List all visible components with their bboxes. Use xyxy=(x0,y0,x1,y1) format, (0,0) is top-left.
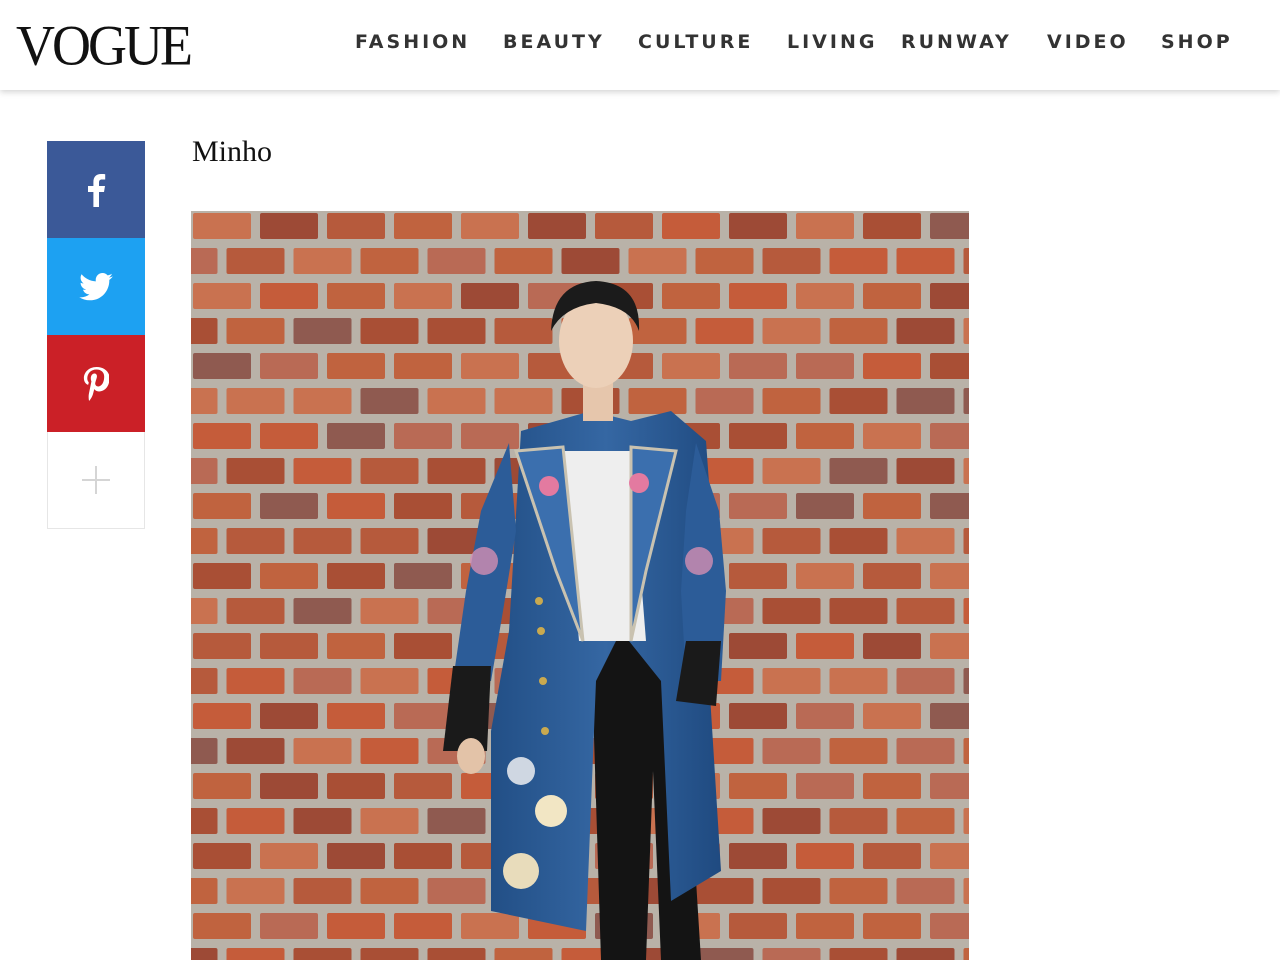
plus-icon xyxy=(82,466,110,494)
facebook-icon xyxy=(88,173,106,207)
twitter-icon xyxy=(79,272,113,300)
nav-item-video[interactable]: VIDEO xyxy=(1047,28,1129,56)
vogue-logo[interactable]: VOGUE xyxy=(16,14,193,77)
share-more-button[interactable] xyxy=(47,432,145,529)
slide-caption-title: Minho xyxy=(192,135,273,168)
slide-photo[interactable] xyxy=(191,211,969,960)
nav-item-culture[interactable]: CULTURE xyxy=(638,28,753,56)
site-header: VOGUE FASHION BEAUTY CULTURE LIVING RUNW… xyxy=(0,0,1280,90)
nav-item-runway[interactable]: RUNWAY xyxy=(901,28,1012,56)
photo-image xyxy=(191,211,969,960)
pinterest-icon xyxy=(83,366,109,401)
nav-item-shop[interactable]: SHOP xyxy=(1161,28,1233,56)
share-facebook-button[interactable] xyxy=(47,141,145,238)
nav-item-fashion[interactable]: FASHION xyxy=(355,28,470,56)
share-pinterest-button[interactable] xyxy=(47,335,145,432)
share-twitter-button[interactable] xyxy=(47,238,145,335)
nav-item-beauty[interactable]: BEAUTY xyxy=(503,28,605,56)
share-bar xyxy=(47,141,145,529)
nav-item-living[interactable]: LIVING xyxy=(787,28,877,56)
